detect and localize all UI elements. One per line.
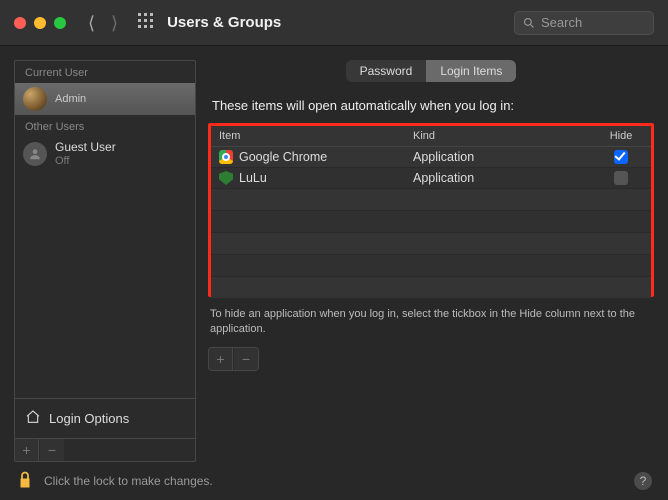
add-item-button[interactable]: + bbox=[209, 348, 233, 370]
tab-password[interactable]: Password bbox=[346, 60, 427, 82]
hide-checkbox[interactable] bbox=[614, 150, 628, 164]
remove-item-button[interactable]: − bbox=[234, 348, 258, 370]
all-prefs-icon[interactable] bbox=[138, 13, 153, 32]
footer: Click the lock to make changes. ? bbox=[0, 462, 668, 500]
table-row bbox=[211, 255, 651, 277]
nav-buttons: ⟨ ⟩ bbox=[88, 14, 118, 32]
current-user-row[interactable]: Admin bbox=[15, 83, 195, 115]
other-user-role: Off bbox=[55, 155, 116, 168]
lock-icon[interactable] bbox=[16, 469, 34, 494]
hint-text: To hide an application when you log in, … bbox=[210, 307, 652, 337]
help-button[interactable]: ? bbox=[634, 472, 652, 490]
item-add-remove: + − bbox=[208, 347, 259, 371]
search-field[interactable]: Search bbox=[514, 11, 654, 35]
search-icon bbox=[523, 17, 535, 29]
item-name: LuLu bbox=[239, 171, 267, 185]
current-user-header: Current User bbox=[15, 61, 195, 83]
login-options-row[interactable]: Login Options bbox=[15, 399, 195, 438]
table-row bbox=[211, 233, 651, 255]
titlebar: ⟨ ⟩ Users & Groups Search bbox=[0, 0, 668, 46]
table-row bbox=[211, 211, 651, 233]
tab-login-items[interactable]: Login Items bbox=[426, 60, 516, 82]
search-placeholder: Search bbox=[541, 15, 582, 30]
col-hide[interactable]: Hide bbox=[599, 130, 643, 142]
login-options-label: Login Options bbox=[49, 411, 129, 426]
caption-text: These items will open automatically when… bbox=[212, 98, 650, 113]
add-user-button[interactable]: + bbox=[15, 439, 39, 461]
minimize-button[interactable] bbox=[34, 17, 46, 29]
item-name: Google Chrome bbox=[239, 150, 327, 164]
remove-user-button[interactable]: − bbox=[40, 439, 64, 461]
fullscreen-button[interactable] bbox=[54, 17, 66, 29]
hide-checkbox[interactable] bbox=[614, 171, 628, 185]
lock-text: Click the lock to make changes. bbox=[44, 474, 213, 488]
other-users-header: Other Users bbox=[15, 115, 195, 137]
window-controls bbox=[14, 17, 66, 29]
table-row bbox=[211, 189, 651, 211]
main-pane: Password Login Items These items will op… bbox=[208, 60, 654, 462]
avatar-icon bbox=[23, 142, 47, 166]
sidebar-add-remove: + − bbox=[15, 438, 195, 461]
avatar-icon bbox=[23, 87, 47, 111]
table-row[interactable]: LuLu Application bbox=[211, 168, 651, 189]
chrome-icon bbox=[219, 150, 233, 164]
col-kind[interactable]: Kind bbox=[413, 130, 599, 142]
tab-segment: Password Login Items bbox=[346, 60, 517, 82]
col-item[interactable]: Item bbox=[219, 130, 413, 142]
back-button[interactable]: ⟨ bbox=[88, 14, 95, 32]
login-items-table: Item Kind Hide Google Chrome Application… bbox=[208, 123, 654, 297]
close-button[interactable] bbox=[14, 17, 26, 29]
other-user-name: Guest User bbox=[55, 141, 116, 155]
home-icon bbox=[25, 409, 41, 428]
table-row bbox=[211, 277, 651, 299]
guest-user-row[interactable]: Guest User Off bbox=[15, 137, 195, 171]
user-sidebar: Current User Admin Other Users Guest Use… bbox=[14, 60, 196, 462]
lulu-icon bbox=[219, 171, 233, 185]
item-kind: Application bbox=[413, 150, 599, 164]
item-kind: Application bbox=[413, 171, 599, 185]
table-row[interactable]: Google Chrome Application bbox=[211, 147, 651, 168]
forward-button[interactable]: ⟩ bbox=[111, 14, 118, 32]
window-title: Users & Groups bbox=[167, 14, 281, 31]
current-user-role: Admin bbox=[55, 93, 86, 106]
